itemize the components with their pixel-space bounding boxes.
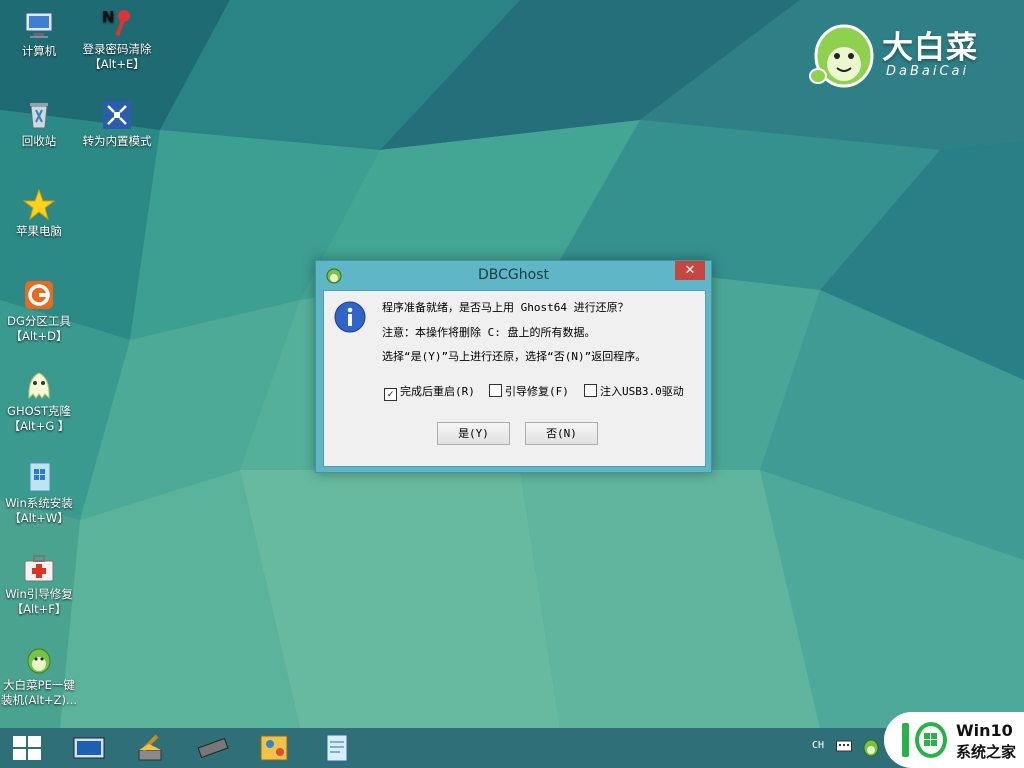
desktop-icon-dg-partition[interactable]: DG分区工具 【Alt+D】: [0, 278, 78, 344]
no-button[interactable]: 否(N): [525, 422, 598, 445]
checkbox-restart-after[interactable]: ✓ 完成后重启(R): [384, 383, 475, 401]
dialog-body: 程序准备就绪，是否马上用 Ghost64 进行还原？ 注意：本操作将删除 C: …: [323, 290, 706, 467]
desktop-icon-label: 苹果电脑: [16, 224, 62, 238]
checkbox-label: 完成后重启(R): [400, 385, 475, 398]
checkbox-label: 注入USB3.0驱动: [600, 385, 684, 398]
win10-logo-icon: [902, 722, 947, 758]
desktop-icon-hotkey: 装机(Alt+Z)...: [0, 693, 78, 707]
dialog-title: DBCGhost: [478, 267, 549, 283]
dbcghost-dialog: DBCGhost ✕ 程序准备就绪，是否马上用 Ghost64 进行还原？ 注意…: [315, 260, 712, 473]
checkbox-box[interactable]: [489, 384, 502, 397]
dabaicai-logo: 大白菜 DaBaiCai: [806, 16, 1006, 92]
desktop-icon-apple[interactable]: 苹果电脑: [0, 188, 78, 239]
dialog-message-line3: 选择“是(Y)”马上进行还原，选择“否(N)”返回程序。: [382, 350, 647, 363]
desktop-icon-one-key-install[interactable]: 大白菜PE一键 装机(Alt+Z)...: [0, 642, 78, 708]
close-button[interactable]: ✕: [675, 261, 705, 280]
dg-partition-icon: [25, 281, 53, 309]
taskbar-memory-icon[interactable]: [196, 732, 230, 764]
svg-text:N: N: [102, 8, 115, 26]
desktop-icon-computer[interactable]: 计算机: [0, 8, 78, 59]
desktop-icon-label: GHOST克隆: [7, 404, 71, 418]
desktop-icon-win-setup[interactable]: Win系统安装 【Alt+W】: [0, 460, 78, 526]
desktop-icon-label: DG分区工具: [7, 314, 71, 328]
recycle-bin-icon: [30, 103, 48, 129]
start-button[interactable]: [10, 732, 44, 764]
desktop-icon-boot-repair[interactable]: Win引导修复 【Alt+F】: [0, 551, 78, 617]
taskbar-clean-icon[interactable]: [133, 732, 167, 764]
taskbar-monitor-icon[interactable]: [72, 732, 106, 764]
logo-subtitle: DaBaiCai: [886, 64, 970, 79]
checkbox-label: 引导修复(F): [505, 385, 569, 398]
checkbox-box[interactable]: ✓: [384, 388, 397, 401]
desktop-icon-hotkey: 【Alt+W】: [9, 511, 69, 525]
desktop-icon-hotkey: 【Alt+E】: [89, 57, 145, 71]
star-icon: [22, 188, 56, 221]
watermark-title: Win10: [956, 721, 1013, 740]
desktop-icon-builtin-mode[interactable]: 转为内置模式: [78, 98, 156, 149]
checkbox-inject-usb3[interactable]: 注入USB3.0驱动: [584, 383, 684, 399]
dialog-message-line1: 程序准备就绪，是否马上用 Ghost64 进行还原？: [382, 301, 629, 314]
taskbar: CH: [0, 728, 1024, 768]
cabbage-icon: [27, 648, 51, 674]
cabbage-tray-icon[interactable]: [862, 737, 880, 757]
desktop-icon-label: 回收站: [21, 134, 57, 148]
watermark-subtitle: 系统之家: [956, 743, 1017, 761]
desktop-icon-label: 转为内置模式: [82, 134, 152, 148]
desktop-icon-hotkey: 【Alt+G 】: [8, 419, 70, 433]
yes-button[interactable]: 是(Y): [437, 422, 510, 445]
desktop: 计算机 N 登录密码清除 【Alt+E】 回收站 转为内置模式 苹果电脑 DG分…: [0, 0, 1024, 728]
language-indicator[interactable]: CH: [812, 740, 824, 751]
checkbox-boot-repair[interactable]: 引导修复(F): [489, 383, 569, 399]
info-icon: [334, 301, 366, 333]
desktop-icon-login-password-clear[interactable]: N 登录密码清除 【Alt+E】: [78, 6, 156, 72]
desktop-icon-recycle-bin[interactable]: 回收站: [0, 98, 78, 149]
dialog-titlebar[interactable]: DBCGhost ✕: [316, 261, 711, 289]
expand-icon: [103, 101, 131, 129]
taskbar-notepad-icon[interactable]: [320, 732, 354, 764]
windows-logo-icon: [13, 736, 41, 760]
checkbox-box[interactable]: [584, 384, 597, 397]
desktop-icon-ghost[interactable]: GHOST克隆 【Alt+G 】: [0, 368, 78, 434]
desktop-icon-label: Win系统安装: [5, 496, 73, 510]
desktop-icon-label: 大白菜PE一键: [3, 678, 75, 692]
desktop-icon-hotkey: 【Alt+D】: [10, 329, 68, 343]
desktop-icon-label: 登录密码清除: [82, 42, 152, 56]
cabbage-mascot-icon: [809, 24, 874, 88]
desktop-icon-hotkey: 【Alt+F】: [11, 602, 67, 616]
win10-watermark: Win10 系统之家: [884, 712, 1024, 768]
desktop-icon-label: 计算机: [21, 44, 57, 58]
key-icon: N: [102, 8, 130, 37]
logo-title: 大白菜: [882, 30, 978, 66]
keyboard-icon[interactable]: [836, 740, 852, 752]
first-aid-kit-icon: [24, 555, 54, 582]
windows-setup-icon: [29, 462, 51, 492]
computer-icon: [25, 12, 53, 38]
dialog-message-line2: 注意：本操作将删除 C: 盘上的所有数据。: [382, 326, 596, 339]
ghost-icon: [28, 372, 50, 400]
taskbar-tools-icon[interactable]: [258, 732, 292, 764]
desktop-icon-label: Win引导修复: [5, 587, 73, 601]
